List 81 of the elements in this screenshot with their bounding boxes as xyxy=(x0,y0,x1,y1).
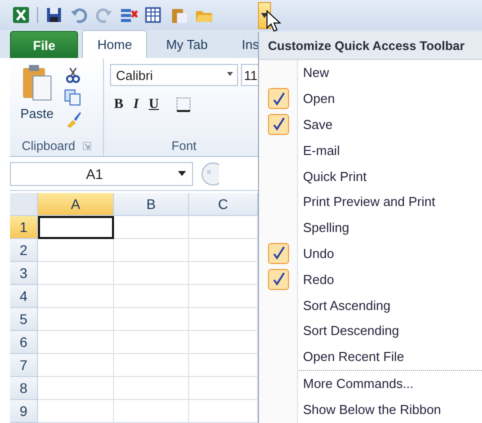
sheet-cell[interactable] xyxy=(114,284,189,308)
paste-button[interactable]: Paste xyxy=(16,64,58,136)
column-header[interactable]: A xyxy=(38,192,114,216)
column-header[interactable]: C xyxy=(189,192,258,216)
menu-item[interactable]: Quick Print xyxy=(298,168,367,184)
sheet-cell[interactable] xyxy=(38,262,114,285)
ribbon-tab[interactable]: My Tab xyxy=(151,30,223,58)
borders-icon[interactable] xyxy=(174,96,193,114)
sheet-cell[interactable] xyxy=(114,376,189,400)
row-header[interactable]: 7 xyxy=(10,354,38,377)
menu-item[interactable]: E-mail xyxy=(298,142,340,158)
row-header[interactable]: 5 xyxy=(10,308,38,331)
cursor-icon xyxy=(266,10,282,32)
menu-item[interactable]: Open Recent File xyxy=(298,349,404,364)
column-header[interactable]: B xyxy=(114,192,189,216)
sheet-cell[interactable] xyxy=(114,238,189,262)
file-tab[interactable]: File xyxy=(10,31,78,58)
table-icon[interactable] xyxy=(145,6,163,24)
menu-item[interactable]: Redo xyxy=(298,272,334,287)
active-cell[interactable] xyxy=(38,216,114,239)
menu-item[interactable]: Undo xyxy=(298,246,334,261)
formula-button-icon[interactable] xyxy=(199,162,219,186)
sheet-cell[interactable] xyxy=(189,262,258,285)
sheet-cell[interactable] xyxy=(189,216,258,239)
sheet-cell[interactable] xyxy=(38,284,114,308)
undo-icon[interactable] xyxy=(70,6,88,24)
menu-item[interactable]: Spelling xyxy=(298,220,350,236)
menu-item[interactable]: Save xyxy=(298,116,333,132)
caret-icon xyxy=(261,12,268,18)
sheet-cell[interactable] xyxy=(38,330,114,354)
sheet-cell[interactable] xyxy=(189,376,258,400)
name-box[interactable]: A1 xyxy=(10,162,193,186)
select-all-corner[interactable] xyxy=(10,192,38,216)
bold-button[interactable]: B xyxy=(110,97,128,114)
sheet-cell[interactable] xyxy=(114,216,189,239)
paste-icon[interactable] xyxy=(170,6,188,24)
group-label: Clipboard xyxy=(22,139,76,154)
menu-item[interactable]: Sort Descending xyxy=(298,323,400,338)
sheet-cell[interactable] xyxy=(38,400,114,423)
dialog-launcher-icon[interactable] xyxy=(83,142,92,150)
row-header[interactable]: 2 xyxy=(10,238,38,262)
menu-item[interactable]: More Commands... xyxy=(298,376,414,391)
group-label: Font xyxy=(171,139,196,154)
redo-icon[interactable] xyxy=(95,6,113,24)
underline-button[interactable]: U xyxy=(144,97,163,114)
sheet-cell[interactable] xyxy=(114,354,189,377)
sheet-cell[interactable] xyxy=(114,308,189,331)
delete-columns-icon[interactable] xyxy=(120,6,138,24)
save-icon[interactable] xyxy=(45,6,63,24)
sheet-cell[interactable] xyxy=(189,238,258,262)
sheet-cell[interactable] xyxy=(114,330,189,354)
excel-logo-icon[interactable] xyxy=(12,6,30,24)
menu-item[interactable]: Print Preview and Print xyxy=(298,194,436,210)
menu-title: Customize Quick Access Toolbar xyxy=(268,38,465,52)
copy-icon[interactable] xyxy=(64,88,82,106)
menu-item[interactable]: Show Below the Ribbon xyxy=(298,402,442,417)
sheet-cell[interactable] xyxy=(38,308,114,331)
sheet-cell[interactable] xyxy=(189,284,258,308)
font-name-field[interactable]: Calibri xyxy=(110,64,238,86)
sheet-cell[interactable] xyxy=(189,330,258,354)
row-header[interactable]: 4 xyxy=(10,284,38,308)
row-header[interactable]: 8 xyxy=(10,376,38,400)
caret-icon[interactable] xyxy=(178,171,186,176)
sheet-cell[interactable] xyxy=(189,354,258,377)
sheet-cell[interactable] xyxy=(38,238,114,262)
row-header[interactable]: 6 xyxy=(10,330,38,354)
sheet-cell[interactable] xyxy=(114,262,189,285)
row-header[interactable]: 3 xyxy=(10,262,38,285)
row-header[interactable]: 9 xyxy=(10,400,38,423)
row-header[interactable]: 1 xyxy=(10,216,38,239)
sheet-cell[interactable] xyxy=(38,376,114,400)
sheet-cell[interactable] xyxy=(189,400,258,423)
sheet-cell[interactable] xyxy=(38,354,114,377)
menu-item[interactable]: New xyxy=(298,65,330,80)
sheet-cell[interactable] xyxy=(189,308,258,331)
menu-item[interactable]: Sort Ascending xyxy=(298,298,390,313)
ribbon-tab[interactable]: Home xyxy=(82,30,148,58)
menu-item[interactable]: Open xyxy=(298,91,335,106)
scissors-icon[interactable] xyxy=(64,66,82,84)
sheet-cell[interactable] xyxy=(114,400,189,423)
italic-button[interactable]: I xyxy=(129,97,143,114)
